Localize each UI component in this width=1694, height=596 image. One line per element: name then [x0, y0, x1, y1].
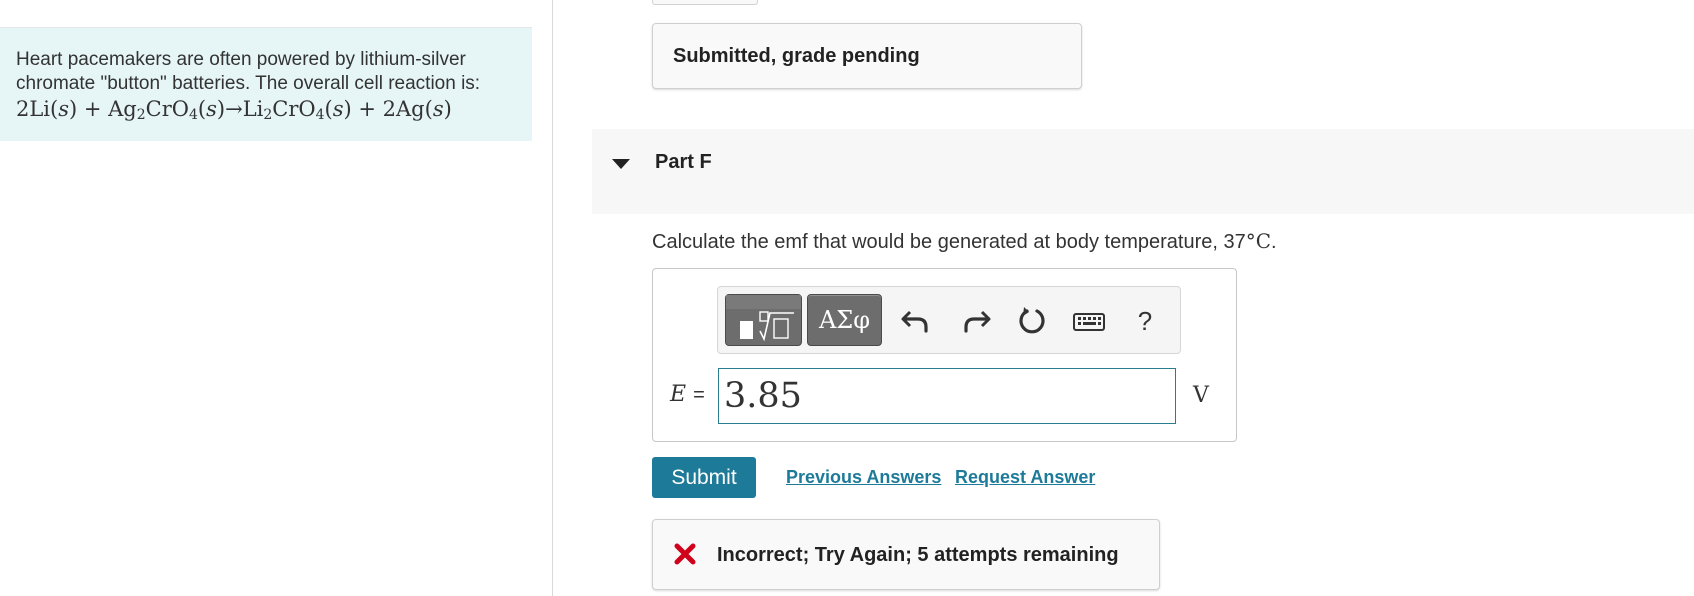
- intro-panel: Heart pacemakers are often powered by li…: [0, 28, 532, 141]
- undo-icon[interactable]: [900, 306, 932, 336]
- submitted-status-box: Submitted, grade pending: [652, 23, 1082, 89]
- intro-text-line-2: chromate "button" batteries. The overall…: [16, 73, 481, 94]
- previous-part-stub: [652, 0, 758, 5]
- answer-input[interactable]: 3.85: [718, 368, 1176, 424]
- incorrect-x-icon: [673, 542, 697, 566]
- cell-reaction-equation: 2Li(s) + Ag2CrO4(s)→Li2CrO4(s) + 2Ag(s): [16, 97, 452, 123]
- templates-button[interactable]: [725, 294, 802, 346]
- equals-sign: =: [693, 384, 705, 406]
- question-text: Calculate the emf that would be generate…: [652, 229, 1277, 254]
- answer-unit: V: [1193, 383, 1209, 408]
- templates-icon: [726, 295, 801, 342]
- help-button[interactable]: ?: [1130, 306, 1160, 336]
- reset-icon[interactable]: [1016, 306, 1048, 336]
- keyboard-icon[interactable]: [1072, 306, 1106, 336]
- part-title: Part F: [655, 151, 712, 173]
- feedback-text: Incorrect; Try Again; 5 attempts remaini…: [717, 544, 1119, 566]
- submit-button[interactable]: Submit: [652, 457, 756, 498]
- previous-answers-link[interactable]: Previous Answers: [786, 467, 941, 488]
- answer-variable-label: E =: [670, 382, 705, 407]
- column-divider: [552, 0, 553, 596]
- submitted-status-text: Submitted, grade pending: [673, 44, 920, 67]
- redo-icon[interactable]: [960, 306, 992, 336]
- question-unit: °C: [1245, 229, 1272, 253]
- symbols-button[interactable]: ΑΣφ: [807, 294, 882, 346]
- collapse-caret-icon[interactable]: [612, 159, 630, 169]
- part-header[interactable]: [592, 129, 1694, 214]
- request-answer-link[interactable]: Request Answer: [955, 467, 1095, 488]
- question-end: .: [1271, 231, 1277, 253]
- answer-variable: E: [670, 382, 687, 407]
- question-body: Calculate the emf that would be generate…: [652, 231, 1246, 253]
- intro-text-line-1: Heart pacemakers are often powered by li…: [16, 49, 466, 70]
